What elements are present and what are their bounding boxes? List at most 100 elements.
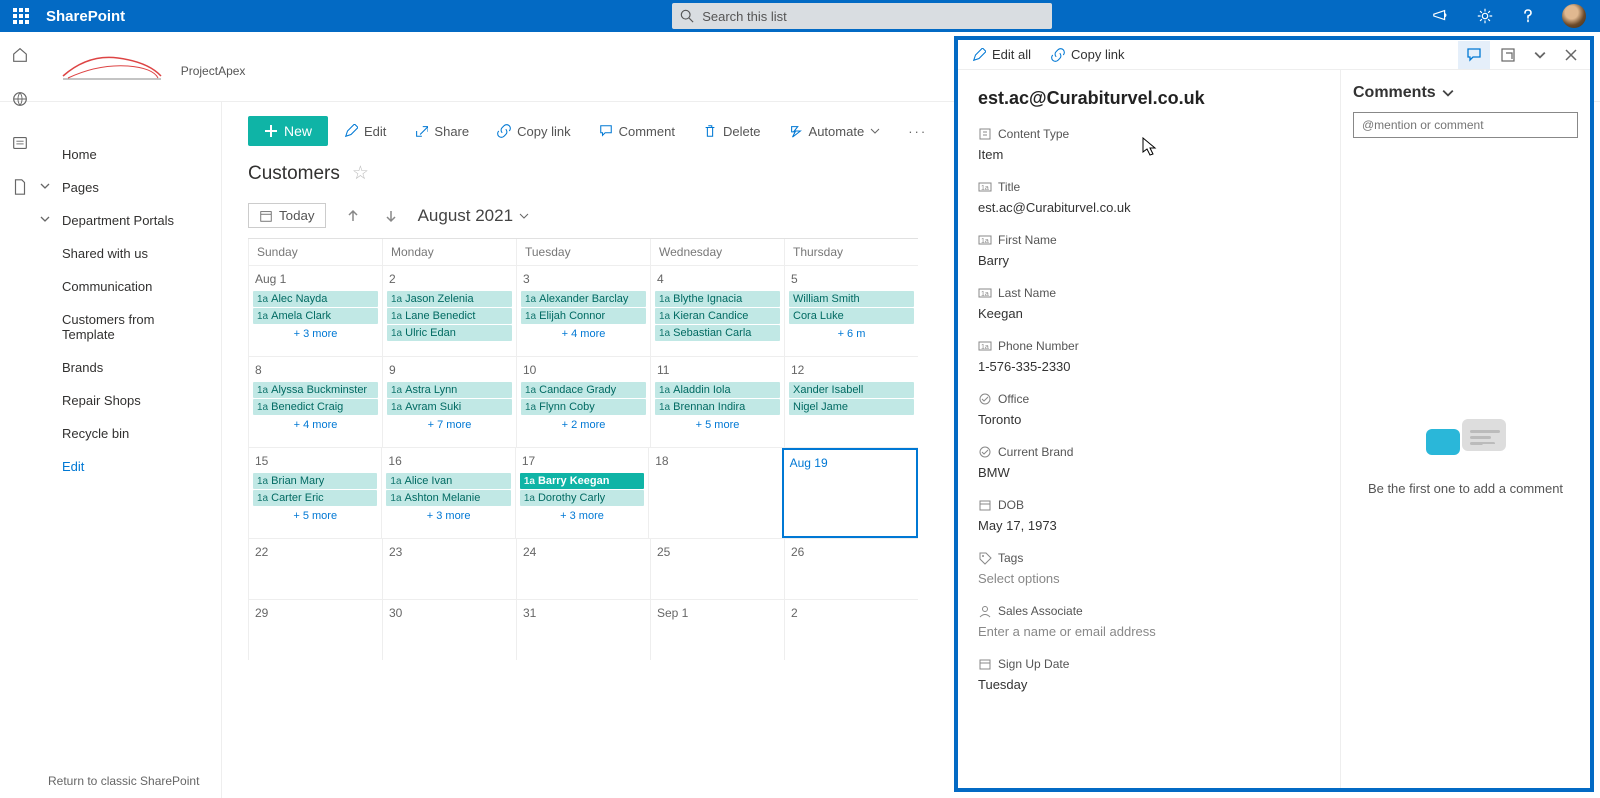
next-month-icon[interactable]	[380, 205, 402, 227]
automate-button[interactable]: Automate	[777, 118, 893, 145]
nav-edit-link[interactable]: Edit	[0, 450, 221, 483]
more-link[interactable]: + 3 more	[384, 507, 512, 525]
calendar-event[interactable]: 1aAlec Nayda	[253, 291, 378, 307]
share-button[interactable]: Share	[402, 118, 481, 145]
comment-input[interactable]	[1353, 112, 1578, 138]
calendar-cell[interactable]: 2	[784, 600, 918, 660]
calendar-cell[interactable]: 31aAlexander Barclay1aElijah Connor+ 4 m…	[516, 266, 650, 356]
calendar-event[interactable]: 1aAlice Ivan	[386, 473, 510, 489]
calendar-event[interactable]: 1aBrian Mary	[253, 473, 377, 489]
calendar-cell[interactable]: 161aAlice Ivan1aAshton Melanie+ 3 more	[381, 448, 514, 538]
nav-communication[interactable]: Communication	[0, 270, 221, 303]
comments-header[interactable]: Comments	[1353, 84, 1578, 102]
field-dob[interactable]: DOBMay 17, 1973	[978, 498, 1320, 533]
nav-home[interactable]: Home	[0, 138, 221, 171]
calendar-event[interactable]: 1aAladdin Iola	[655, 382, 780, 398]
calendar-cell[interactable]: 23	[382, 539, 516, 599]
more-link[interactable]: + 7 more	[385, 416, 514, 434]
calendar-event[interactable]: 1aLane Benedict	[387, 308, 512, 324]
calendar-event[interactable]: 1aCandace Grady	[521, 382, 646, 398]
search-box[interactable]: Search this list	[672, 3, 1052, 29]
new-button[interactable]: New	[248, 116, 328, 146]
calendar-cell[interactable]: Sep 1	[650, 600, 784, 660]
calendar-event[interactable]: 1aBrennan Indira	[655, 399, 780, 415]
copylink-button[interactable]: Copy link	[485, 118, 582, 145]
prev-month-icon[interactable]	[342, 205, 364, 227]
field-phone-number[interactable]: 1aPhone Number1-576-335-2330	[978, 339, 1320, 374]
calendar-event[interactable]: 1aAlexander Barclay	[521, 291, 646, 307]
more-link[interactable]: + 5 more	[251, 507, 379, 525]
calendar-event[interactable]: 1aBenedict Craig	[253, 399, 378, 415]
calendar-cell[interactable]: 21aJason Zelenia1aLane Benedict1aUlric E…	[382, 266, 516, 356]
calendar-event[interactable]: 1aFlynn Coby	[521, 399, 646, 415]
calendar-event[interactable]: 1aUlric Edan	[387, 325, 512, 341]
calendar-cell[interactable]: 12Xander IsabellNigel Jame	[784, 357, 918, 447]
nav-recycle-bin[interactable]: Recycle bin	[0, 417, 221, 450]
more-link[interactable]: + 3 more	[251, 325, 380, 343]
field-current-brand[interactable]: Current BrandBMW	[978, 445, 1320, 480]
star-icon[interactable]: ☆	[352, 162, 369, 185]
classic-link[interactable]: Return to classic SharePoint	[48, 774, 199, 788]
nav-brands[interactable]: Brands	[0, 351, 221, 384]
calendar-cell[interactable]: 5William SmithCora Luke+ 6 m	[784, 266, 918, 356]
gear-icon[interactable]	[1476, 7, 1494, 25]
more-link[interactable]: + 6 m	[787, 325, 916, 343]
copy-link-button[interactable]: Copy link	[1041, 43, 1134, 66]
edit-all-button[interactable]: Edit all	[962, 43, 1041, 66]
close-icon[interactable]	[1556, 42, 1586, 68]
calendar-cell[interactable]: 29	[248, 600, 382, 660]
calendar-cell[interactable]: 26	[784, 539, 918, 599]
calendar-cell[interactable]: 91aAstra Lynn1aAvram Suki+ 7 more	[382, 357, 516, 447]
calendar-event[interactable]: 1aAlyssa Buckminster	[253, 382, 378, 398]
today-button[interactable]: Today	[248, 203, 326, 228]
calendar-event[interactable]: Cora Luke	[789, 308, 914, 324]
calendar-cell[interactable]: 18	[648, 448, 781, 538]
site-logo[interactable]	[58, 46, 166, 90]
calendar-event[interactable]: 1aAvram Suki	[387, 399, 512, 415]
calendar-event[interactable]: 1aAmela Clark	[253, 308, 378, 324]
more-link[interactable]: + 3 more	[518, 507, 646, 525]
calendar-cell[interactable]: 22	[248, 539, 382, 599]
help-icon[interactable]	[1520, 8, 1536, 24]
calendar-cell[interactable]: 41aBlythe Ignacia1aKieran Candice1aSebas…	[650, 266, 784, 356]
field-title[interactable]: 1aTitleest.ac@Curabiturvel.co.uk	[978, 180, 1320, 215]
nav-portals[interactable]: Department Portals	[0, 204, 221, 237]
calendar-cell[interactable]: 31	[516, 600, 650, 660]
calendar-cell[interactable]: 111aAladdin Iola1aBrennan Indira+ 5 more	[650, 357, 784, 447]
suite-title[interactable]: SharePoint	[42, 8, 125, 25]
nav-shared[interactable]: Shared with us	[0, 237, 221, 270]
calendar-event[interactable]: 1aSebastian Carla	[655, 325, 780, 341]
field-last-name[interactable]: 1aLast NameKeegan	[978, 286, 1320, 321]
calendar-event[interactable]: 1aElijah Connor	[521, 308, 646, 324]
calendar-cell[interactable]: 25	[650, 539, 784, 599]
more-link[interactable]: + 2 more	[519, 416, 648, 434]
calendar-event[interactable]: 1aAstra Lynn	[387, 382, 512, 398]
chevron-down-icon[interactable]	[1526, 43, 1554, 67]
comment-button[interactable]: Comment	[587, 118, 687, 145]
avatar[interactable]	[1562, 4, 1586, 28]
delete-button[interactable]: Delete	[691, 118, 773, 145]
calendar-event[interactable]: William Smith	[789, 291, 914, 307]
expand-icon[interactable]	[1492, 41, 1524, 69]
field-sales-associate[interactable]: Sales AssociateEnter a name or email add…	[978, 604, 1320, 639]
calendar-cell[interactable]: Aug 19	[782, 448, 918, 538]
calendar-event[interactable]: 1aBlythe Ignacia	[655, 291, 780, 307]
more-link[interactable]: + 4 more	[519, 325, 648, 343]
calendar-event[interactable]: 1aKieran Candice	[655, 308, 780, 324]
nav-repair-shops[interactable]: Repair Shops	[0, 384, 221, 417]
more-link[interactable]: + 4 more	[251, 416, 380, 434]
nav-pages[interactable]: Pages	[0, 171, 221, 204]
calendar-event[interactable]: 1aDorothy Carly	[520, 490, 644, 506]
field-content-type[interactable]: Content TypeItem	[978, 127, 1320, 162]
field-sign-up-date[interactable]: Sign Up DateTuesday	[978, 657, 1320, 692]
month-picker[interactable]: August 2021	[418, 206, 529, 226]
hub-link-projectapex[interactable]: ProjectApex	[181, 64, 246, 78]
field-tags[interactable]: TagsSelect options	[978, 551, 1320, 586]
calendar-event[interactable]: 1aAshton Melanie	[386, 490, 510, 506]
home-icon[interactable]	[11, 46, 29, 64]
calendar-event[interactable]: Xander Isabell	[789, 382, 914, 398]
calendar-cell[interactable]: 81aAlyssa Buckminster1aBenedict Craig+ 4…	[248, 357, 382, 447]
calendar-event[interactable]: 1aCarter Eric	[253, 490, 377, 506]
calendar-cell[interactable]: 30	[382, 600, 516, 660]
calendar-cell[interactable]: 101aCandace Grady1aFlynn Coby+ 2 more	[516, 357, 650, 447]
